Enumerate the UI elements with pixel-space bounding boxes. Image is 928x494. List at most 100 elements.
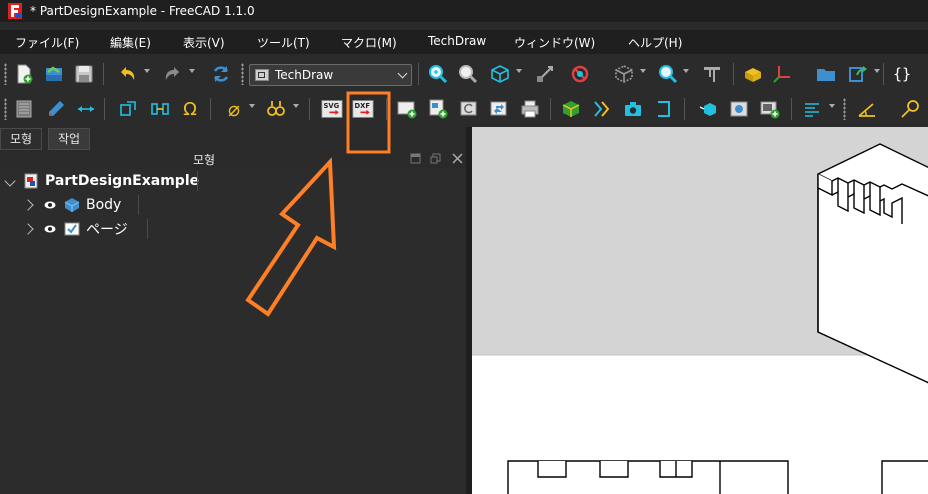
create-link-button[interactable] [846, 61, 870, 87]
menu-tools[interactable]: ツール(T) [257, 34, 310, 51]
projection-group-button[interactable] [590, 96, 614, 122]
workbench-selector[interactable]: TechDraw [249, 64, 412, 86]
draw-style-button[interactable] [568, 61, 592, 87]
menu-techdraw[interactable]: TechDraw [428, 34, 486, 48]
line-dimension-dropdown-arrow-icon[interactable] [293, 104, 299, 108]
balloon-button[interactable] [148, 96, 172, 122]
toolbar-separator [733, 63, 734, 85]
angle-dimension-button[interactable] [855, 96, 879, 122]
drawing-viewport[interactable] [472, 127, 928, 494]
close-panel-icon[interactable] [452, 153, 463, 164]
bounding-box-button[interactable] [612, 61, 636, 87]
create-part-button[interactable] [741, 61, 765, 87]
body-label[interactable]: Body [86, 197, 121, 213]
fit-selection-button[interactable] [456, 61, 480, 87]
insert-page-template-button[interactable] [426, 96, 450, 122]
chevron-down-icon[interactable] [4, 175, 16, 187]
chevron-right-icon[interactable] [22, 199, 34, 211]
folder-icon [817, 69, 835, 81]
redraw-page-button[interactable] [457, 96, 481, 122]
extent-dimension-icon [120, 101, 136, 116]
toolbar-grip[interactable] [241, 63, 244, 85]
visibility-eye-icon[interactable] [44, 200, 56, 210]
text-lines-icon [805, 103, 819, 117]
redo-button[interactable] [160, 61, 184, 87]
menu-macro[interactable]: マクロ(M) [341, 34, 397, 51]
insert-template-button[interactable] [12, 96, 36, 122]
insert-image-button[interactable] [758, 96, 782, 122]
horizontal-dimension-button[interactable] [74, 96, 98, 122]
save-document-button[interactable] [72, 61, 96, 87]
toolbar-row-2: Ω ⌀ SVG DXF [0, 92, 928, 126]
dimension-dropdown-arrow-icon[interactable] [249, 104, 255, 108]
active-view-button[interactable] [621, 96, 645, 122]
tree-row-page[interactable]: ページ [22, 218, 128, 240]
diameter-dimension-button[interactable]: ⌀ [222, 96, 246, 122]
hatch-button[interactable] [800, 96, 824, 122]
chevron-right-icon[interactable] [22, 223, 34, 235]
fit-all-button[interactable] [426, 61, 450, 87]
section-view-button[interactable] [697, 96, 721, 122]
leader-line-button[interactable] [898, 96, 922, 122]
model-panel-header: 모형 [0, 151, 470, 169]
open-document-button[interactable] [42, 61, 66, 87]
document-label[interactable]: PartDesignExample [45, 173, 199, 189]
extent-dimension-button[interactable] [116, 96, 140, 122]
tab-model[interactable]: 모형 [0, 128, 43, 150]
macro-editor-button[interactable]: {} [890, 61, 914, 87]
toolbar-grip[interactable] [843, 98, 846, 120]
tree-column-divider [147, 219, 148, 239]
zoom-button[interactable] [656, 61, 680, 87]
menu-edit[interactable]: 編集(E) [110, 34, 151, 51]
menu-file[interactable]: ファイル(F) [15, 34, 79, 51]
toolbar-grip[interactable] [4, 63, 7, 85]
view-dropdown-arrow-icon[interactable] [516, 69, 522, 73]
measure-distance-button[interactable] [533, 61, 557, 87]
toolbar-grip[interactable] [4, 98, 7, 120]
print-all-pages-button[interactable] [487, 96, 511, 122]
print-button[interactable] [518, 96, 542, 122]
link-dropdown-arrow-icon[interactable] [874, 69, 880, 73]
symbol-button[interactable]: Ω [178, 96, 202, 122]
redraw-page-icon [460, 101, 477, 116]
tab-tasks[interactable]: 작업 [48, 128, 91, 150]
line-dimension-button[interactable] [264, 96, 288, 122]
toolbar-separator [684, 98, 685, 120]
detail-view-button[interactable] [727, 96, 751, 122]
body-icon [64, 198, 80, 212]
tree-row-document[interactable]: PartDesignExample [4, 170, 199, 192]
toolbar-separator [418, 63, 419, 85]
axis-cross-icon [773, 66, 790, 83]
zoom-dropdown-arrow-icon[interactable] [683, 69, 689, 73]
menu-help[interactable]: ヘルプ(H) [628, 34, 682, 51]
clip-group-button[interactable] [652, 96, 676, 122]
export-svg-icon: SVG [321, 100, 343, 118]
hatch-dropdown-arrow-icon[interactable] [829, 104, 835, 108]
new-document-button[interactable] [12, 61, 36, 87]
undo-dropdown-arrow-icon[interactable] [144, 69, 150, 73]
undo-button[interactable] [116, 61, 140, 87]
coordinate-system-button[interactable] [770, 61, 794, 87]
refresh-button[interactable] [209, 61, 233, 87]
float-panel-icon[interactable] [430, 153, 441, 164]
menu-view[interactable]: 表示(V) [183, 34, 225, 51]
insert-default-page-button[interactable] [395, 96, 419, 122]
techdraw-workbench-icon [255, 69, 269, 81]
export-dxf-button[interactable]: DXF [350, 96, 376, 122]
export-svg-button[interactable]: SVG [319, 96, 345, 122]
restore-panel-icon[interactable] [410, 153, 421, 164]
bbox-dropdown-arrow-icon[interactable] [640, 69, 646, 73]
annotation-button[interactable] [44, 96, 68, 122]
redo-dropdown-arrow-icon[interactable] [189, 69, 195, 73]
tree-row-body[interactable]: Body [22, 194, 121, 216]
toolbar-separator [309, 98, 310, 120]
insert-view-button[interactable] [559, 96, 583, 122]
create-group-button[interactable] [814, 61, 838, 87]
bounding-box-icon [615, 65, 633, 83]
menu-window[interactable]: ウィンドウ(W) [514, 34, 595, 51]
measure-button[interactable] [700, 61, 724, 87]
visibility-eye-icon[interactable] [44, 224, 56, 234]
isometric-view-button[interactable] [488, 61, 512, 87]
page-label[interactable]: ページ [86, 219, 128, 239]
measure-distance-icon [537, 66, 553, 82]
